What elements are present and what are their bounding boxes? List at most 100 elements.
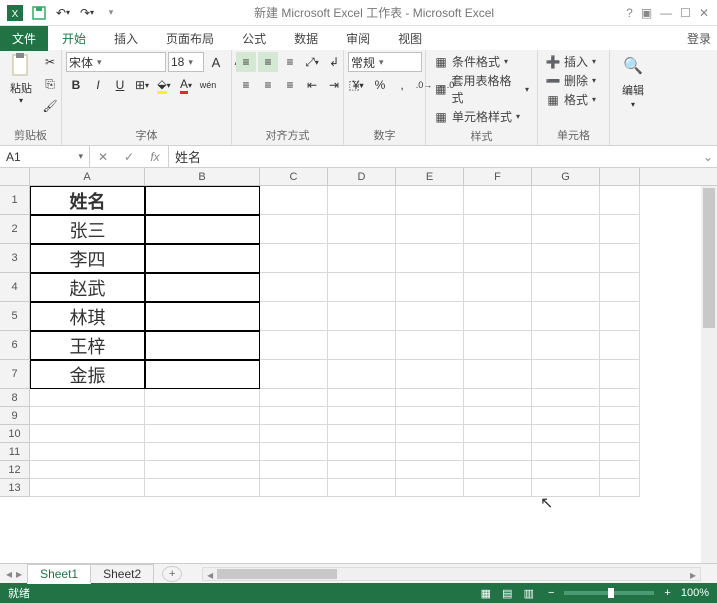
cell-extra[interactable] <box>600 443 640 461</box>
cell-extra[interactable] <box>600 215 640 244</box>
cell-C3[interactable] <box>260 244 328 273</box>
cell-A12[interactable] <box>30 461 145 479</box>
minimize-icon[interactable]: — <box>660 6 672 20</box>
row-header[interactable]: 6 <box>0 331 30 360</box>
zoom-value[interactable]: 100% <box>681 587 709 599</box>
cell-E3[interactable] <box>396 244 464 273</box>
row-header[interactable]: 10 <box>0 425 30 443</box>
cell-D12[interactable] <box>328 461 396 479</box>
accounting-icon[interactable]: ¥▾ <box>348 75 368 95</box>
delete-cells-button[interactable]: ➖删除▾ <box>542 71 600 90</box>
cell-E12[interactable] <box>396 461 464 479</box>
cell-B10[interactable] <box>145 425 260 443</box>
cell-C13[interactable] <box>260 479 328 497</box>
cell-G7[interactable] <box>532 360 600 389</box>
formula-bar[interactable]: 姓名 <box>169 146 699 167</box>
cell-G8[interactable] <box>532 389 600 407</box>
cell-E13[interactable] <box>396 479 464 497</box>
chevron-down-icon[interactable]: ▾ <box>19 96 23 105</box>
cell-C9[interactable] <box>260 407 328 425</box>
cell-A3[interactable]: 李四 <box>30 244 145 273</box>
insert-cells-button[interactable]: ➕插入▾ <box>542 52 600 71</box>
chevron-down-icon[interactable]: ▾ <box>78 151 83 162</box>
col-header-D[interactable]: D <box>328 168 396 185</box>
cell-A2[interactable]: 张三 <box>30 215 145 244</box>
cell-C10[interactable] <box>260 425 328 443</box>
help-icon[interactable]: ? <box>626 6 633 20</box>
cell-D8[interactable] <box>328 389 396 407</box>
italic-button[interactable]: I <box>88 75 108 95</box>
tab-data[interactable]: 数据 <box>280 26 332 51</box>
cell-A1[interactable]: 姓名 <box>30 186 145 215</box>
close-icon[interactable]: ✕ <box>699 6 709 20</box>
font-name-combo[interactable]: 宋体▾ <box>66 52 166 72</box>
chevron-down-icon[interactable]: ▾ <box>631 100 635 109</box>
cell-G2[interactable] <box>532 215 600 244</box>
page-break-icon[interactable]: ▥ <box>520 588 538 600</box>
align-top-icon[interactable]: ≡ <box>236 52 256 72</box>
cell-B3[interactable] <box>145 244 260 273</box>
cell-F7[interactable] <box>464 360 532 389</box>
cell-G6[interactable] <box>532 331 600 360</box>
cell-G10[interactable] <box>532 425 600 443</box>
cancel-formula-icon[interactable]: ✕ <box>90 147 116 167</box>
cell-B8[interactable] <box>145 389 260 407</box>
table-format-button[interactable]: ▦套用表格格式▾ <box>430 71 533 107</box>
format-painter-icon[interactable]: 🖌 <box>40 96 60 116</box>
cell-F1[interactable] <box>464 186 532 215</box>
cell-D9[interactable] <box>328 407 396 425</box>
cell-A5[interactable]: 林琪 <box>30 302 145 331</box>
cell-C6[interactable] <box>260 331 328 360</box>
maximize-icon[interactable]: ☐ <box>680 6 691 20</box>
cell-E5[interactable] <box>396 302 464 331</box>
cell-C2[interactable] <box>260 215 328 244</box>
row-header[interactable]: 5 <box>0 302 30 331</box>
select-all-button[interactable] <box>0 168 30 185</box>
copy-icon[interactable]: ⎘ <box>40 74 60 94</box>
cell-extra[interactable] <box>600 244 640 273</box>
cell-C7[interactable] <box>260 360 328 389</box>
find-icon[interactable]: 🔍 <box>619 52 647 80</box>
cell-D2[interactable] <box>328 215 396 244</box>
align-left-icon[interactable]: ≡ <box>236 75 256 95</box>
tab-page-layout[interactable]: 页面布局 <box>152 26 228 51</box>
cell-extra[interactable] <box>600 479 640 497</box>
chevron-down-icon[interactable]: ▾ <box>379 57 384 68</box>
cell-G9[interactable] <box>532 407 600 425</box>
confirm-formula-icon[interactable]: ✓ <box>116 147 142 167</box>
fx-icon[interactable]: fx <box>142 147 168 167</box>
percent-icon[interactable]: % <box>370 75 390 95</box>
cell-D1[interactable] <box>328 186 396 215</box>
cell-extra[interactable] <box>600 186 640 215</box>
cell-E11[interactable] <box>396 443 464 461</box>
row-header[interactable]: 11 <box>0 443 30 461</box>
cell-F2[interactable] <box>464 215 532 244</box>
comma-icon[interactable]: , <box>392 75 412 95</box>
cell-A13[interactable] <box>30 479 145 497</box>
cell-C5[interactable] <box>260 302 328 331</box>
cell-B4[interactable] <box>145 273 260 302</box>
cell-F4[interactable] <box>464 273 532 302</box>
font-size-combo[interactable]: 18▾ <box>168 52 204 72</box>
qat-customize-icon[interactable]: ▾ <box>100 2 122 24</box>
cell-extra[interactable] <box>600 360 640 389</box>
conditional-format-button[interactable]: ▦条件格式▾ <box>430 52 533 71</box>
cell-C4[interactable] <box>260 273 328 302</box>
cell-A6[interactable]: 王梓 <box>30 331 145 360</box>
cell-F10[interactable] <box>464 425 532 443</box>
cell-F5[interactable] <box>464 302 532 331</box>
col-header-F[interactable]: F <box>464 168 532 185</box>
sheet-nav-next-icon[interactable]: ▸ <box>16 567 22 581</box>
excel-icon[interactable]: X <box>4 2 26 24</box>
zoom-slider[interactable] <box>564 591 654 595</box>
save-icon[interactable] <box>28 2 50 24</box>
zoom-in-icon[interactable]: + <box>664 587 670 599</box>
cell-E6[interactable] <box>396 331 464 360</box>
row-header[interactable]: 1 <box>0 186 30 215</box>
row-header[interactable]: 4 <box>0 273 30 302</box>
cell-E4[interactable] <box>396 273 464 302</box>
expand-formula-icon[interactable]: ⌄ <box>699 146 717 167</box>
vertical-scroll-thumb[interactable] <box>703 188 715 328</box>
cell-E9[interactable] <box>396 407 464 425</box>
wrap-text-icon[interactable]: ↲ <box>324 52 344 72</box>
